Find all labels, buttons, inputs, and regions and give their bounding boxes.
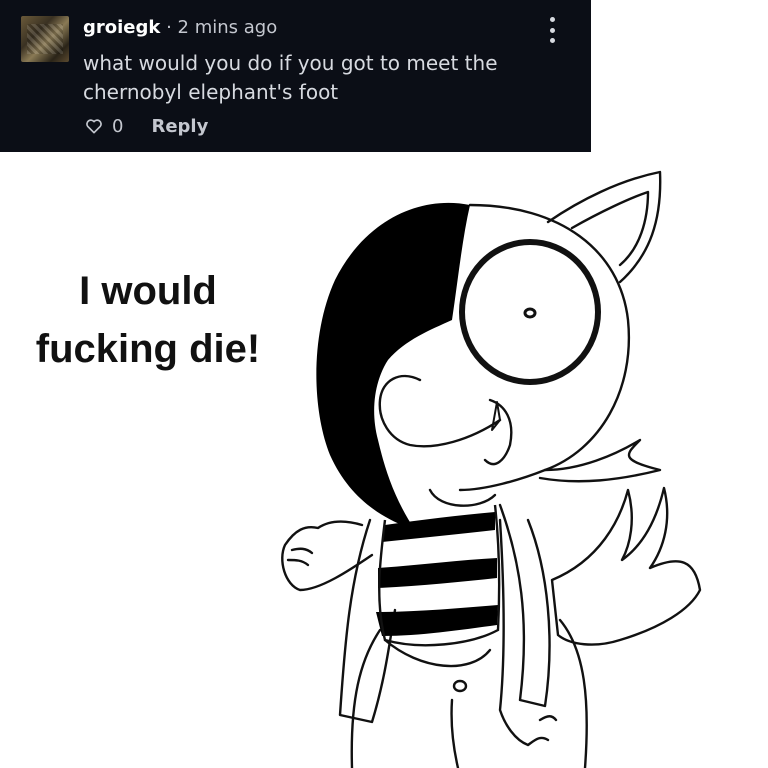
reply-button[interactable]: Reply xyxy=(151,116,208,137)
username[interactable]: groiegk xyxy=(83,17,160,38)
hair xyxy=(316,202,470,530)
right-arm xyxy=(498,518,558,747)
comment-meta: groiegk · 2 mins ago xyxy=(83,17,277,38)
eye xyxy=(459,239,601,385)
comment-actions: 0 Reply xyxy=(84,114,208,138)
comment-text: what would you do if you got to meet the… xyxy=(83,51,498,104)
caption-text: I would fucking die! xyxy=(28,262,268,378)
tail xyxy=(550,486,702,646)
snout xyxy=(378,374,502,448)
like-count: 0 xyxy=(112,115,124,137)
avatar[interactable] xyxy=(21,16,69,62)
more-vertical-icon[interactable] xyxy=(541,14,563,46)
caption-line-2: fucking die! xyxy=(35,327,261,371)
comment-card: groiegk · 2 mins ago what would you do i… xyxy=(0,0,591,152)
timestamp: · 2 mins ago xyxy=(166,17,278,38)
head xyxy=(458,203,631,492)
left-arm xyxy=(281,520,374,592)
heart-outline-icon[interactable] xyxy=(84,116,104,136)
cartoon-character-illustration xyxy=(281,170,702,768)
striped-shirt xyxy=(376,512,498,636)
caption-line-1: I would xyxy=(79,269,217,313)
